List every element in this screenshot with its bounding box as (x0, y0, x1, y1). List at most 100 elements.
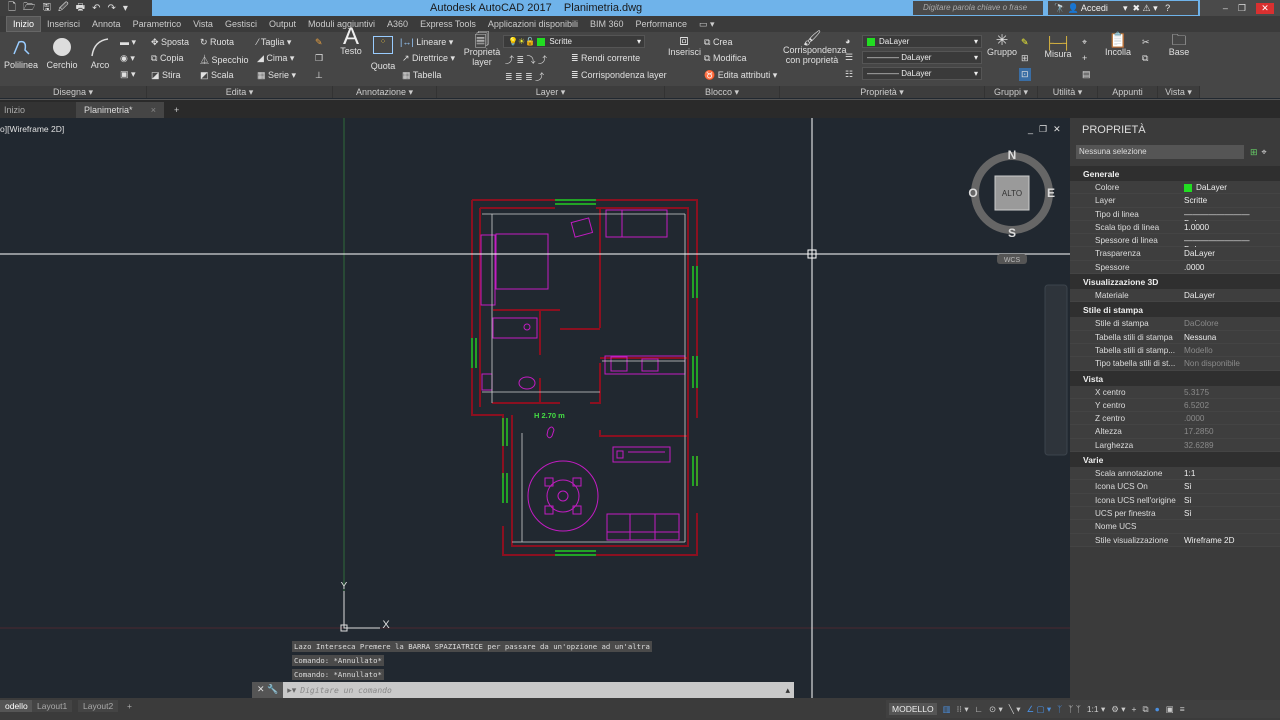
explode-icon[interactable]: ❒ (315, 53, 323, 64)
tab-start[interactable]: Inizio (0, 102, 76, 118)
layer-properties-button[interactable]: 🗐 Proprietà layer (462, 33, 502, 67)
grid-icon[interactable]: ▥ (943, 704, 951, 715)
ribbon-tab[interactable]: Performance (630, 17, 694, 31)
property-value[interactable]: DaLayer (1184, 249, 1215, 258)
copy-button[interactable]: ⧉ Copia (151, 53, 183, 64)
stretch-button[interactable]: ◪ Stira (151, 70, 181, 81)
customize-icon[interactable]: ≡ (1180, 704, 1185, 714)
property-row[interactable]: Y centro 6.5202 (1070, 398, 1280, 413)
close-button[interactable]: ✕ (1256, 2, 1274, 14)
command-input[interactable]: Digitare un comando (300, 686, 785, 695)
ribbon-tab[interactable]: Parametrico (127, 17, 188, 31)
command-prompt-icon[interactable]: ▸▾ (283, 685, 300, 696)
ribbon-tab[interactable]: Output (263, 17, 302, 31)
tab-model[interactable]: odello (0, 700, 33, 712)
property-section-header[interactable]: Generale (1070, 166, 1280, 181)
edit-attributes-button[interactable]: ♉ Edita attributi ▾ (704, 70, 777, 81)
hardware-accel-icon[interactable]: ● (1155, 704, 1160, 714)
erase-icon[interactable]: ✎ (315, 37, 323, 48)
property-value[interactable]: Modello (1184, 346, 1213, 355)
dimension-button[interactable]: ⁘ Quota (369, 36, 397, 71)
paste-button[interactable]: 📋 Incolla (1103, 33, 1133, 57)
property-row[interactable]: Icona UCS nell'origine Sì (1070, 493, 1280, 507)
property-value[interactable]: DaColore (1184, 319, 1219, 328)
osnap-icon[interactable]: ∠ ▢ ▾ (1027, 704, 1052, 715)
move-button[interactable]: ✥ Sposta (151, 37, 189, 48)
mirror-button[interactable]: ⏅ Specchio (200, 53, 249, 66)
arc-button[interactable]: Arco (86, 36, 114, 70)
property-row[interactable]: Materiale DaLayer (1070, 289, 1280, 303)
group-toggle-icon[interactable]: ⊡ (1019, 68, 1031, 81)
property-value[interactable]: Scritte (1184, 196, 1207, 205)
panel-title-edita[interactable]: Edita ▾ (147, 86, 333, 98)
property-row[interactable]: Tabella stili di stamp... Modello (1070, 343, 1280, 358)
command-history-toggle[interactable]: ▴ (785, 685, 794, 696)
property-value[interactable]: Sì (1184, 509, 1192, 518)
ribbon-tab[interactable]: Gestisci (219, 17, 263, 31)
panel-title-disegna[interactable]: Disegna ▾ (0, 86, 147, 98)
snap-icon[interactable]: ⁝⁝ ▾ (957, 704, 969, 715)
property-value[interactable]: 1:1 (1184, 469, 1195, 478)
model-space-button[interactable]: MODELLO (889, 703, 937, 715)
isolate-icon[interactable]: ⧉ (1143, 704, 1149, 715)
id-point-icon[interactable]: ⌖ (1082, 37, 1087, 48)
insert-button[interactable]: ⧈ Inserisci (668, 33, 701, 57)
property-value[interactable]: DaLayer (1184, 291, 1215, 300)
ribbon-tab[interactable]: BIM 360 (584, 17, 630, 31)
panel-title-layer[interactable]: Layer ▾ (437, 86, 665, 98)
rotate-button[interactable]: ↻ Ruota (200, 37, 234, 48)
create-block-button[interactable]: ⧉ Crea (704, 37, 732, 48)
navigation-bar[interactable] (1044, 284, 1068, 456)
tab-layout2[interactable]: Layout2 (78, 700, 119, 712)
fillet-button[interactable]: ◢ Cima ▾ (257, 53, 294, 64)
sign-in-button[interactable]: 🔭 👤 Accedi ▾ ✖ ⚠ ▾ ? (1048, 1, 1198, 15)
make-current-button[interactable]: ≣ Rendi corrente (571, 53, 640, 64)
property-value[interactable]: Sì (1184, 482, 1192, 491)
scale-button[interactable]: ◩ Scala (200, 70, 234, 81)
search-input[interactable]: Digitare parola chiave o frase (913, 1, 1043, 15)
panel-title-proprieta[interactable]: Proprietà ▾ (780, 86, 985, 98)
property-value[interactable]: 17.2850 (1184, 427, 1214, 436)
ribbon-tab[interactable]: Vista (187, 17, 219, 31)
calculator-icon[interactable]: ▤ (1082, 69, 1091, 80)
text-button[interactable]: A Testo (338, 25, 364, 57)
annotation-scale[interactable]: 1:1 ▾ (1087, 704, 1105, 715)
layer-tools-icons[interactable]: ⤴ ≣ ⤵ ⤴ (505, 53, 547, 66)
boundary-icon[interactable]: ▣ ▾ (120, 69, 136, 80)
property-row[interactable]: Layer Scritte (1070, 194, 1280, 208)
circle-button[interactable]: Cerchio (46, 36, 78, 70)
group-edit-icon[interactable]: ✎ (1021, 37, 1029, 48)
edit-block-button[interactable]: ⧉ Modifica (704, 53, 746, 64)
property-value[interactable]: 5.3175 (1184, 388, 1209, 397)
print-icon[interactable]: 🖶 (76, 0, 85, 17)
panel-title-annotazione[interactable]: Annotazione ▾ (333, 86, 437, 98)
new-tab-button[interactable]: + (166, 102, 187, 118)
plus-icon[interactable]: + (1132, 704, 1137, 714)
ribbon-tab[interactable]: Moduli aggiuntivi (302, 17, 381, 31)
open-icon[interactable]: 🗁 (23, 0, 35, 17)
ribbon-tab[interactable]: Inizio (6, 16, 42, 32)
property-row[interactable]: Larghezza 32.6289 (1070, 438, 1280, 453)
polar-icon[interactable]: ⊙ ▾ (989, 704, 1003, 715)
pickadd-icon[interactable]: ⌖ (1262, 147, 1267, 158)
ribbon-tab[interactable]: Inserisci (41, 17, 86, 31)
property-value[interactable]: .0000 (1184, 263, 1205, 272)
color-dropdown[interactable]: DaLayer ▾ (862, 35, 982, 48)
property-row[interactable]: Stile visualizzazione Wireframe 2D (1070, 533, 1280, 547)
annotation-icon[interactable]: ᛉ (1057, 704, 1062, 714)
panel-title-utilita[interactable]: Utilità ▾ (1038, 86, 1098, 98)
property-row[interactable]: Tipo di linea———————— DaLayer (1070, 207, 1280, 228)
new-icon[interactable]: 🗋 (8, 0, 16, 17)
match-layer-button[interactable]: ≣ Corrispondenza layer (571, 70, 667, 81)
command-close-icon[interactable]: ✕ 🔧 (252, 682, 284, 698)
property-section-header[interactable]: Vista (1070, 370, 1280, 386)
property-value[interactable]: Sì (1184, 496, 1192, 505)
linetype-dropdown[interactable]: ———— DaLayer ▾ (862, 67, 982, 80)
property-value[interactable]: 32.6289 (1184, 441, 1214, 450)
measure-button[interactable]: ├─┤ Misura (1042, 37, 1074, 59)
close-tab-icon[interactable]: × (151, 105, 156, 115)
property-row[interactable]: Spessore di linea———————— DaLayer (1070, 234, 1280, 254)
selection-dropdown[interactable]: Nessuna selezione (1076, 145, 1244, 159)
ribbon-tab[interactable]: Applicazioni disponibili (482, 17, 584, 31)
property-row[interactable]: Stile di stampa DaColore (1070, 317, 1280, 331)
